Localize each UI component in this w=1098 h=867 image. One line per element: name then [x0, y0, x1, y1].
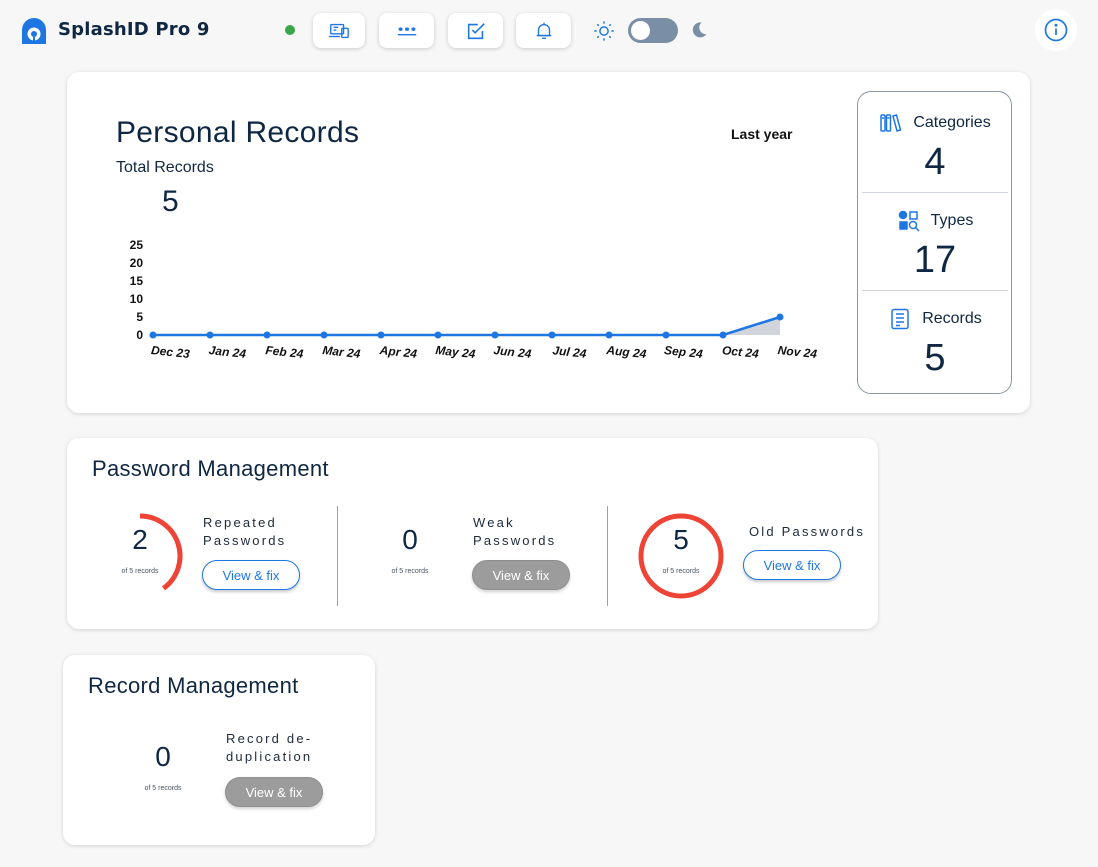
x-tick-label: Oct 24 — [721, 343, 759, 361]
devices-button[interactable] — [313, 13, 365, 48]
books-icon — [880, 114, 902, 132]
theme-toggle[interactable] — [628, 18, 678, 43]
deduplication-count: 0 — [155, 741, 171, 772]
top-bar: SplashID Pro 9 — [0, 0, 1098, 62]
info-icon — [1044, 18, 1068, 42]
repeated-of-total: of 5 records — [121, 568, 159, 575]
bell-icon — [536, 22, 551, 39]
records-line-chart: 0 5 10 15 20 25 Dec 23 Jan 24 Feb 24 Mar 24 Apr 24… — [130, 238, 818, 361]
personal-records-title: Personal Records — [116, 116, 360, 149]
range-selector[interactable]: Last year — [731, 126, 792, 142]
repeated-progress-ring — [139, 513, 183, 591]
info-button[interactable] — [1035, 9, 1077, 51]
total-records-label: Total Records — [116, 159, 214, 176]
weak-view-fix-button[interactable]: View & fix — [472, 560, 570, 590]
x-tick-label: Nov 24 — [777, 343, 818, 361]
records-stat[interactable]: Records 5 — [862, 291, 1008, 389]
repeated-passwords-metric: 2 of 5 records Repeated Passwords View &… — [92, 508, 332, 618]
categories-label: Categories — [913, 114, 991, 131]
x-tick-label: May 24 — [435, 343, 477, 361]
sun-icon — [594, 21, 614, 41]
splashid-logo-icon — [22, 18, 46, 44]
data-point — [434, 331, 442, 339]
x-tick-label: Feb 24 — [265, 343, 305, 361]
record-management-card: Record Management 0 of 5 records Record … — [63, 655, 375, 845]
categories-value: 4 — [924, 141, 946, 183]
y-tick-label: 25 — [130, 238, 144, 252]
data-point — [548, 331, 556, 339]
shapes-search-icon — [898, 210, 920, 232]
deduplication-metric: 0 of 5 records Record de- duplication Vi… — [115, 725, 365, 835]
types-value: 17 — [913, 239, 957, 281]
divider — [337, 506, 338, 606]
y-tick-label: 5 — [136, 310, 143, 324]
old-progress-ring — [638, 513, 724, 599]
moon-icon — [692, 22, 707, 38]
divider — [607, 506, 608, 606]
deduplication-progress-ring — [115, 725, 211, 821]
data-point — [662, 331, 670, 339]
y-tick-label: 0 — [136, 328, 143, 342]
toggle-knob — [631, 21, 650, 40]
y-tick-label: 15 — [130, 274, 144, 288]
deduplication-view-fix-button[interactable]: View & fix — [225, 777, 323, 807]
old-label: Old Passwords — [749, 524, 866, 539]
stats-panel: Categories 4 Types 17 Records 5 — [857, 91, 1012, 394]
x-tick-label: Jun 24 — [493, 343, 533, 361]
data-point — [377, 331, 385, 339]
repeated-label: Repeated Passwords — [203, 515, 287, 548]
password-management-card: Password Management 2 of 5 records Repea… — [67, 438, 878, 629]
password-management-title: Password Management — [92, 456, 329, 481]
deduplication-of-total: of 5 records — [144, 785, 182, 792]
notifications-button[interactable] — [516, 13, 571, 48]
y-tick-label: 20 — [130, 256, 144, 270]
types-label: Types — [930, 212, 974, 229]
weak-of-total: of 5 records — [391, 568, 429, 575]
deduplication-label: Record de- duplication — [226, 731, 313, 764]
x-tick-label: Jul 24 — [552, 343, 588, 361]
old-count: 5 — [673, 524, 689, 555]
checklist-button[interactable] — [448, 13, 503, 48]
app-title: SplashID Pro 9 — [58, 19, 210, 40]
y-tick-label: 10 — [130, 292, 144, 306]
x-tick-label: Dec 23 — [150, 343, 190, 361]
data-point — [263, 331, 271, 339]
document-list-icon — [891, 308, 909, 330]
data-point — [320, 331, 328, 339]
weak-count: 0 — [402, 524, 418, 555]
types-stat[interactable]: Types 17 — [862, 193, 1008, 291]
x-tick-label: Apr 24 — [378, 343, 418, 361]
x-tick-label: Sep 24 — [663, 343, 703, 361]
weak-progress-ring — [362, 508, 458, 604]
checklist-icon — [467, 22, 485, 39]
series-line — [153, 315, 781, 337]
devices-icon — [328, 23, 349, 38]
record-management-title: Record Management — [88, 673, 299, 698]
data-point — [605, 331, 613, 339]
old-of-total: of 5 records — [662, 568, 700, 575]
total-records-value: 5 — [162, 185, 179, 218]
old-passwords-metric: 5 of 5 records Old Passwords View & fix — [633, 508, 873, 618]
data-point — [491, 331, 499, 339]
weak-passwords-metric: 0 of 5 records Weak Passwords View & fix — [362, 508, 602, 618]
data-point — [776, 313, 784, 321]
data-point — [206, 331, 214, 339]
personal-records-card: Personal Records Last year Total Records… — [67, 72, 1030, 413]
records-value: 5 — [924, 337, 946, 379]
weak-label: Weak Passwords — [473, 515, 557, 548]
old-view-fix-button[interactable]: View & fix — [743, 550, 841, 580]
records-label: Records — [922, 310, 982, 327]
password-generator-icon — [397, 26, 416, 35]
sync-status-dot — [285, 25, 295, 35]
x-tick-label: Aug 24 — [605, 343, 648, 361]
categories-stat[interactable]: Categories 4 — [862, 95, 1008, 193]
data-point — [719, 331, 727, 339]
x-tick-label: Jan 24 — [208, 343, 247, 361]
x-tick-label: Mar 24 — [322, 343, 362, 361]
data-point — [149, 331, 157, 339]
repeated-view-fix-button[interactable]: View & fix — [202, 560, 300, 590]
repeated-count: 2 — [132, 524, 148, 555]
password-generator-button[interactable] — [379, 13, 434, 48]
